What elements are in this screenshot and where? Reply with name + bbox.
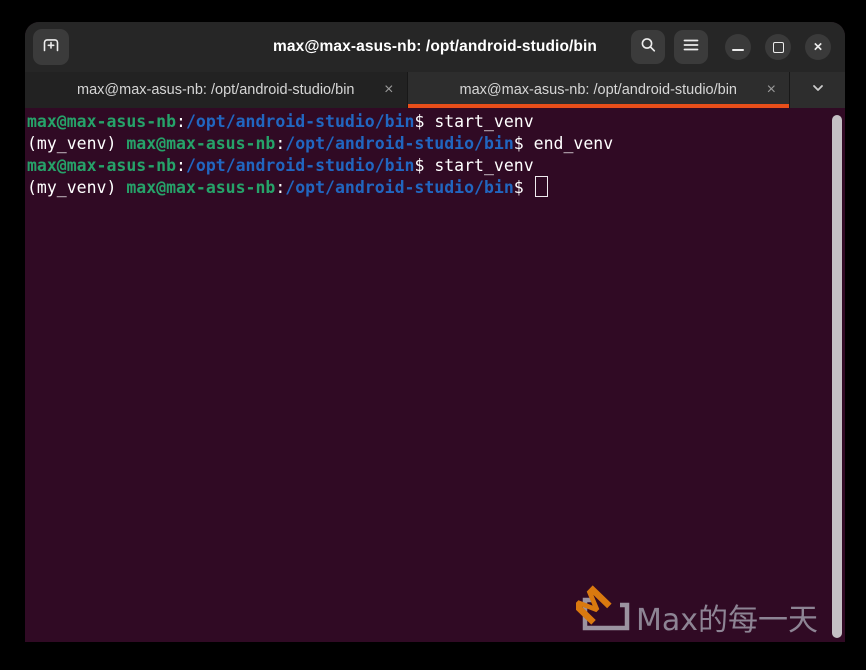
menu-button[interactable] [674, 30, 708, 64]
prompt-user-host: max@max-asus-nb [27, 112, 176, 131]
tab-1[interactable]: max@max-asus-nb: /opt/android-studio/bin… [25, 72, 408, 108]
prompt-dollar: $ [514, 134, 534, 153]
headerbar: max@max-asus-nb: /opt/android-studio/bin [25, 22, 845, 72]
tab-2-close-icon[interactable]: × [767, 82, 776, 98]
terminal-line: max@max-asus-nb:/opt/android-studio/bin$… [27, 155, 845, 177]
headerbar-controls: × [631, 30, 831, 64]
prompt-dollar: $ [514, 178, 534, 197]
command-text: start_venv [434, 156, 533, 175]
minimize-button[interactable] [725, 34, 751, 60]
prompt-dollar: $ [414, 112, 434, 131]
prompt-colon: : [176, 112, 186, 131]
venv-prefix: (my_venv) [27, 134, 126, 153]
venv-prefix: (my_venv) [27, 178, 126, 197]
search-icon [639, 36, 657, 59]
tab-list-button[interactable] [790, 72, 845, 108]
terminal-screen[interactable]: max@max-asus-nb:/opt/android-studio/bin$… [25, 108, 845, 642]
close-button[interactable]: × [805, 34, 831, 60]
watermark-logo-icon: M [576, 578, 634, 640]
tab-2-active[interactable]: max@max-asus-nb: /opt/android-studio/bin… [408, 72, 791, 108]
prompt-user-host: max@max-asus-nb [27, 156, 176, 175]
terminal-line: (my_venv) max@max-asus-nb:/opt/android-s… [27, 133, 845, 155]
tab-1-close-icon[interactable]: × [384, 82, 393, 98]
prompt-dollar: $ [414, 156, 434, 175]
prompt-user-host: max@max-asus-nb [126, 178, 275, 197]
tab-bar: max@max-asus-nb: /opt/android-studio/bin… [25, 72, 845, 108]
tab-2-label: max@max-asus-nb: /opt/android-studio/bin [460, 82, 737, 98]
chevron-down-icon [809, 79, 827, 102]
window-title: max@max-asus-nb: /opt/android-studio/bin [273, 38, 597, 56]
command-text: start_venv [434, 112, 533, 131]
scrollbar-thumb[interactable] [832, 115, 842, 638]
maximize-icon [773, 42, 784, 53]
search-button[interactable] [631, 30, 665, 64]
terminal-window: max@max-asus-nb: /opt/android-studio/bin [25, 22, 845, 642]
terminal-line: max@max-asus-nb:/opt/android-studio/bin$… [27, 111, 845, 133]
command-text: end_venv [534, 134, 613, 153]
prompt-path: /opt/android-studio/bin [186, 156, 414, 175]
prompt-path: /opt/android-studio/bin [186, 112, 414, 131]
watermark-text: Max的每一天 [636, 601, 818, 640]
terminal-line-current: (my_venv) max@max-asus-nb:/opt/android-s… [27, 177, 845, 199]
prompt-colon: : [176, 156, 186, 175]
hamburger-icon [682, 36, 700, 59]
prompt-colon: : [275, 134, 285, 153]
new-tab-icon [41, 35, 61, 60]
maximize-button[interactable] [765, 34, 791, 60]
watermark: M Max的每一天 [576, 578, 818, 640]
prompt-path: /opt/android-studio/bin [285, 134, 513, 153]
tab-1-label: max@max-asus-nb: /opt/android-studio/bin [77, 82, 354, 98]
prompt-colon: : [275, 178, 285, 197]
watermark-logo-letter: M [576, 579, 620, 633]
new-tab-button[interactable] [33, 29, 69, 65]
prompt-path: /opt/android-studio/bin [285, 178, 513, 197]
prompt-user-host: max@max-asus-nb [126, 134, 275, 153]
close-icon: × [814, 39, 823, 54]
minimize-icon [732, 49, 744, 51]
terminal-cursor [535, 176, 548, 197]
